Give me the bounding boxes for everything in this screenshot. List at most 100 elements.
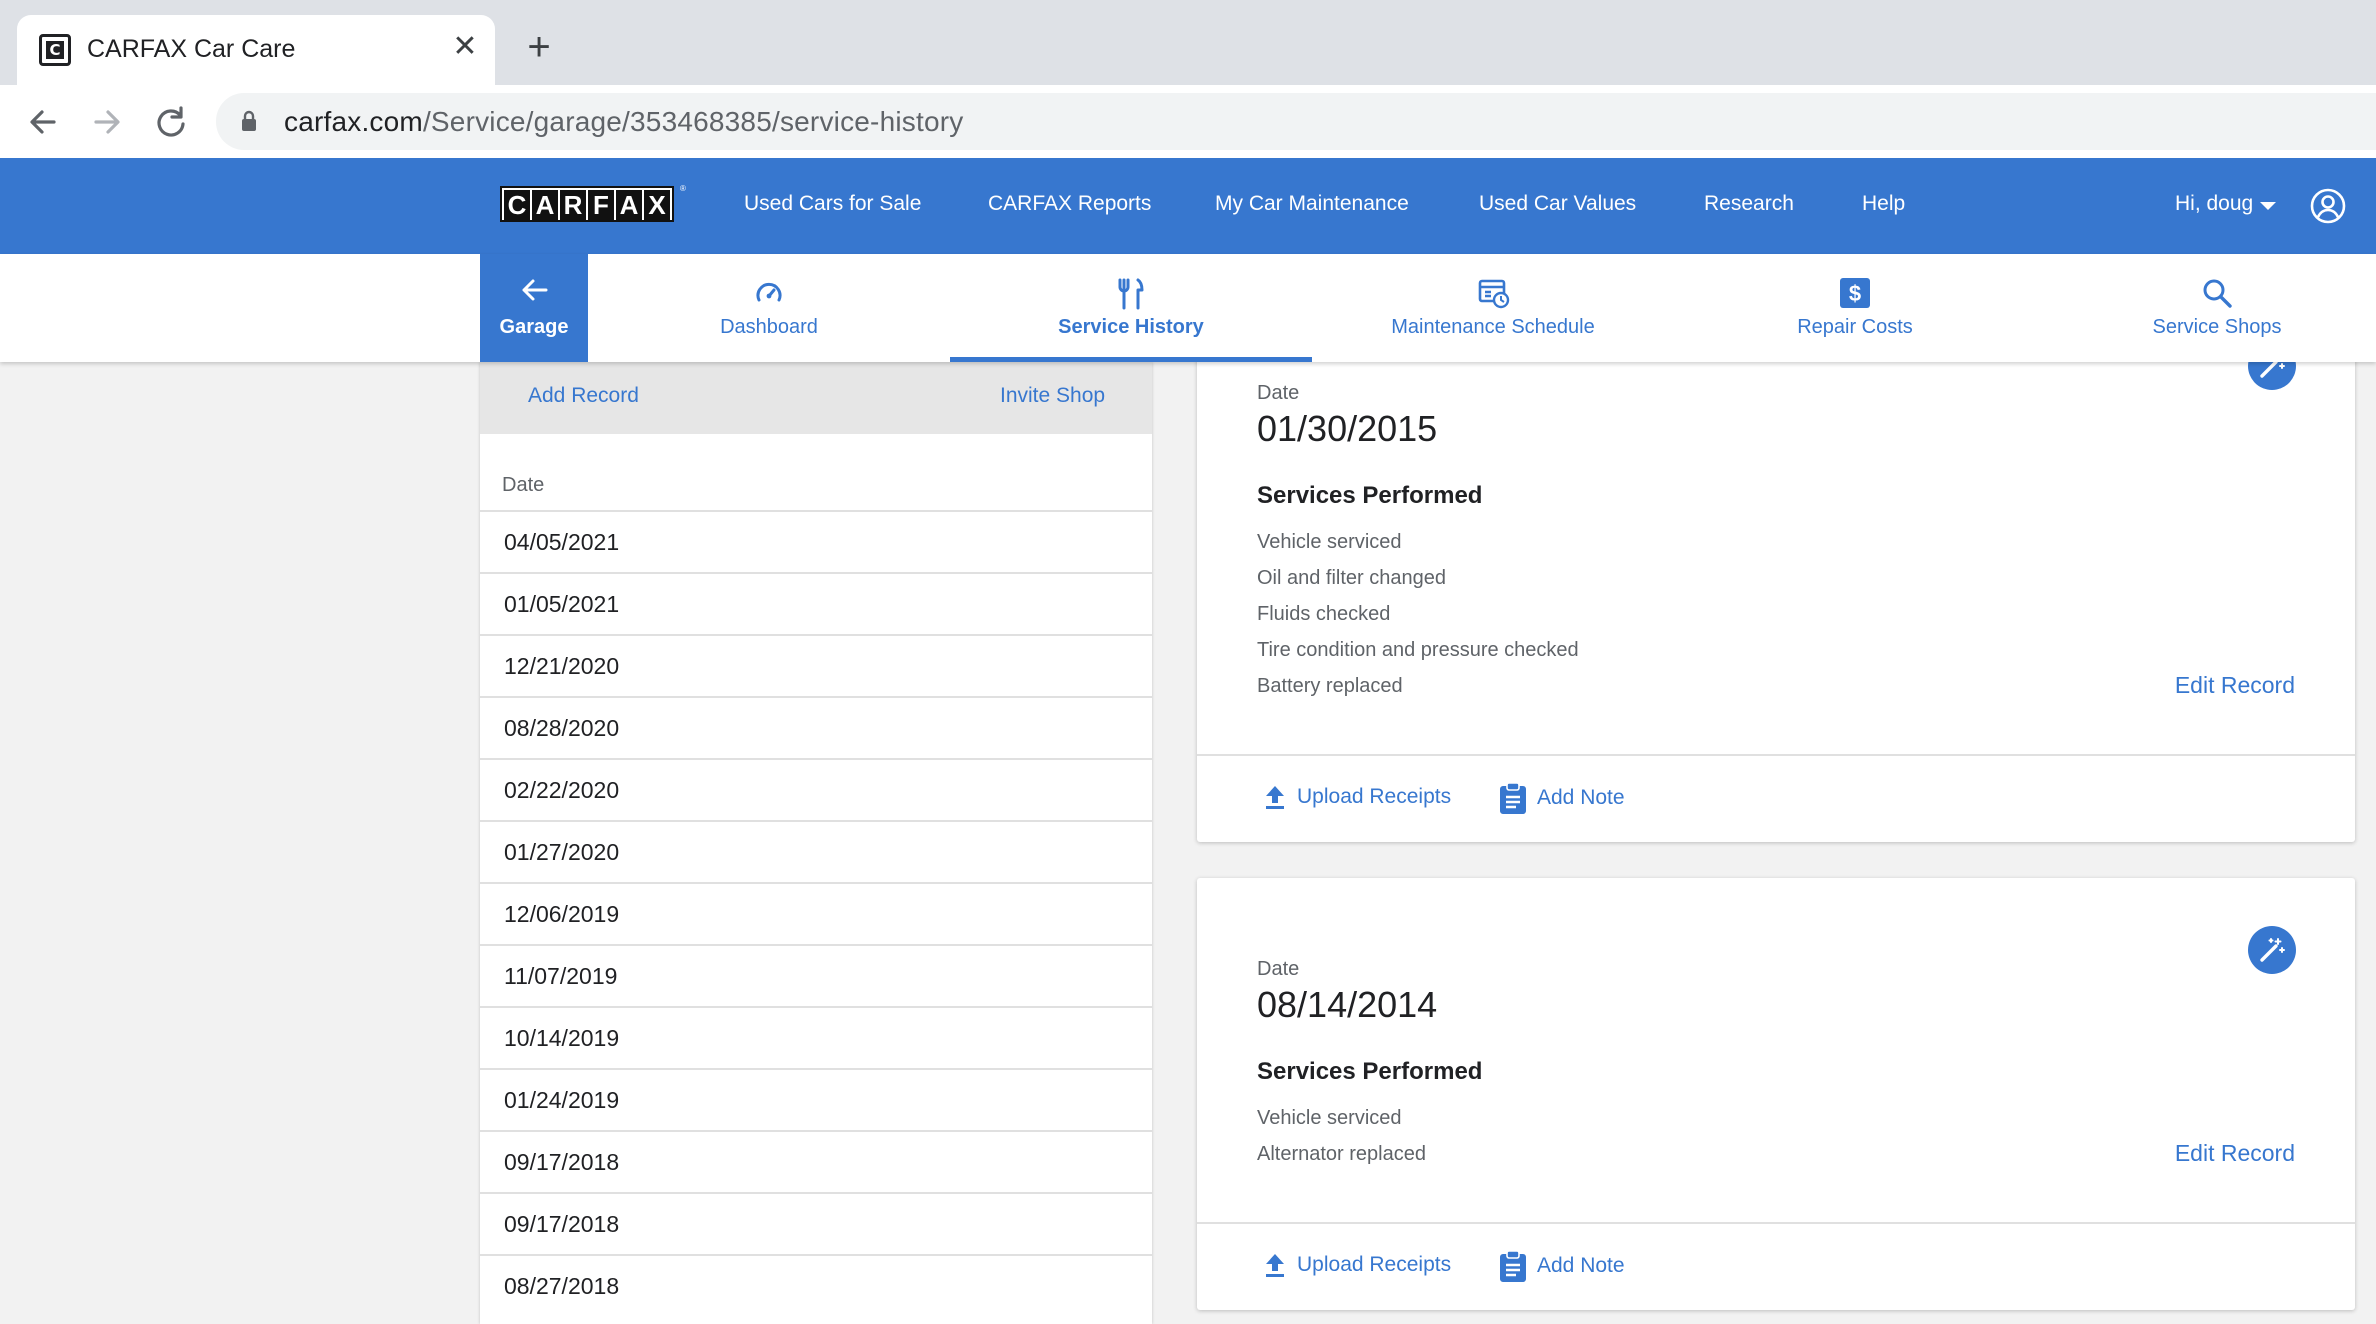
service-item: Vehicle serviced — [1257, 531, 1402, 553]
service-item: Fluids checked — [1257, 603, 1391, 625]
magic-wand-icon — [2260, 938, 2285, 962]
topnav-research[interactable]: Research — [1704, 192, 1794, 216]
clipboard-icon — [1500, 1250, 1526, 1282]
services-performed-title: Services Performed — [1257, 482, 1483, 509]
list-item[interactable]: 08/27/2018 — [480, 1254, 1152, 1316]
garage-button[interactable]: Garage — [480, 254, 588, 362]
record-date: 08/14/2014 — [1257, 984, 1438, 1025]
logo-letter: X — [644, 190, 670, 220]
list-item[interactable]: 09/17/2018 — [480, 1130, 1152, 1192]
services-list: Vehicle serviced Alternator replaced — [1257, 1100, 1426, 1172]
topnav-used-car-values[interactable]: Used Car Values — [1479, 192, 1636, 216]
list-item[interactable]: 01/24/2019 — [480, 1068, 1152, 1130]
upload-receipts-label: Upload Receipts — [1297, 1253, 1452, 1276]
user-menu[interactable]: Hi, doug — [2175, 192, 2253, 216]
edit-record-link[interactable]: Edit Record — [2175, 672, 2295, 699]
date-label: Date — [1257, 958, 1300, 980]
service-subnav: Garage Dashboard Service History Mainten… — [0, 254, 2376, 362]
topnav-carfax-reports[interactable]: CARFAX Reports — [988, 192, 1151, 216]
caret-down-icon[interactable] — [2260, 202, 2276, 210]
search-icon — [2203, 279, 2232, 308]
card-divider — [1197, 1222, 2355, 1224]
service-item: Battery replaced — [1257, 675, 1403, 697]
address-bar[interactable]: carfax.com/Service/garage/353468385/serv… — [216, 93, 2376, 150]
tab-maintenance-schedule[interactable]: Maintenance Schedule — [1312, 254, 1674, 362]
browser-toolbar: carfax.com/Service/garage/353468385/serv… — [0, 85, 2376, 158]
edit-record-link[interactable]: Edit Record — [2175, 1140, 2295, 1167]
add-record-link[interactable]: Add Record — [528, 384, 639, 408]
topnav-my-car-maintenance[interactable]: My Car Maintenance — [1215, 192, 1409, 216]
upload-receipts-link[interactable]: Upload Receipts — [1263, 1252, 1451, 1278]
browser-tab[interactable]: C CARFAX Car Care ✕ — [17, 15, 495, 85]
service-item: Alternator replaced — [1257, 1143, 1426, 1165]
browser-tabstrip: C CARFAX Car Care ✕ + — [0, 0, 2376, 85]
forward-arrow-icon[interactable] — [84, 99, 130, 145]
account-icon[interactable] — [2310, 188, 2346, 224]
topnav-help[interactable]: Help — [1862, 192, 1905, 216]
record-date: 01/30/2015 — [1257, 408, 1438, 449]
topnav-used-cars[interactable]: Used Cars for Sale — [744, 192, 921, 216]
upload-receipts-link[interactable]: Upload Receipts — [1263, 784, 1451, 810]
list-item[interactable]: 01/05/2021 — [480, 572, 1152, 634]
list-item[interactable]: 10/14/2019 — [480, 1006, 1152, 1068]
dollar-icon: $ — [1840, 278, 1870, 308]
list-item[interactable]: 12/21/2020 — [480, 634, 1152, 696]
logo-letter: F — [588, 190, 614, 220]
service-record-card: Date 01/30/2015 Services Performed Vehic… — [1197, 320, 2355, 842]
logo-letter: R — [560, 190, 586, 220]
reload-icon[interactable] — [148, 99, 194, 145]
upload-icon — [1266, 1254, 1284, 1277]
tab-label: Dashboard — [720, 316, 818, 338]
service-record-card: Date 08/14/2014 Services Performed Vehic… — [1197, 878, 2355, 1310]
site-header: C A R F A X ® Used Cars for Sale CARFAX … — [0, 158, 2376, 254]
upload-icon — [1266, 786, 1284, 809]
tab-label: Service Shops — [2152, 316, 2282, 338]
back-arrow-icon[interactable] — [20, 99, 66, 145]
list-item[interactable]: 02/22/2020 — [480, 758, 1152, 820]
logo-registered-mark: ® — [680, 184, 686, 193]
svg-text:$: $ — [1849, 281, 1861, 306]
date-label: Date — [1257, 382, 1300, 404]
tab-service-history[interactable]: Service History — [950, 254, 1312, 362]
tab-title: CARFAX Car Care — [87, 35, 296, 63]
add-note-link[interactable]: Add Note — [1499, 1250, 1625, 1282]
list-item[interactable]: 04/05/2021 — [480, 510, 1152, 572]
list-item[interactable]: 08/28/2020 — [480, 696, 1152, 758]
service-item: Oil and filter changed — [1257, 567, 1447, 589]
tab-service-shops[interactable]: Service Shops — [2036, 254, 2376, 362]
lock-icon — [242, 110, 256, 131]
upload-receipts-label: Upload Receipts — [1297, 785, 1452, 808]
services-performed-title: Services Performed — [1257, 1058, 1483, 1085]
close-tab-icon[interactable]: ✕ — [447, 29, 483, 65]
tab-dashboard[interactable]: Dashboard — [588, 254, 950, 362]
add-note-label: Add Note — [1537, 786, 1625, 809]
carfax-logo[interactable]: C A R F A X — [500, 186, 674, 222]
services-list: Vehicle serviced Oil and filter changed … — [1257, 524, 1579, 704]
edit-record-button[interactable] — [2248, 926, 2296, 974]
list-item[interactable]: 09/17/2018 — [480, 1192, 1152, 1254]
url-host: carfax.com — [284, 106, 423, 137]
tab-repair-costs[interactable]: $ Repair Costs — [1674, 254, 2036, 362]
invite-shop-link[interactable]: Invite Shop — [1000, 384, 1105, 408]
list-item[interactable]: 11/07/2019 — [480, 944, 1152, 1006]
tab-label: Repair Costs — [1797, 316, 1913, 338]
logo-letter: C — [504, 190, 530, 220]
add-note-label: Add Note — [1537, 1254, 1625, 1277]
back-arrow-icon — [522, 279, 548, 301]
logo-letter: A — [616, 190, 642, 220]
list-item[interactable]: 12/06/2019 — [480, 882, 1152, 944]
tab-label: Maintenance Schedule — [1391, 316, 1595, 338]
carfax-favicon-icon: C — [39, 34, 71, 66]
tab-label: Service History — [1058, 316, 1204, 338]
speedometer-icon — [756, 282, 782, 302]
add-note-link[interactable]: Add Note — [1499, 782, 1625, 814]
list-item[interactable]: 01/27/2020 — [480, 820, 1152, 882]
date-column-header: Date — [502, 474, 545, 496]
card-divider — [1197, 754, 2355, 756]
clipboard-icon — [1500, 782, 1526, 814]
list-action-bar: Add Record Invite Shop — [480, 362, 1152, 434]
schedule-icon — [1478, 279, 1510, 309]
new-tab-icon[interactable]: + — [519, 27, 559, 67]
logo-letter: A — [532, 190, 558, 220]
url-path: /Service/garage/353468385/service-histor… — [422, 106, 964, 137]
